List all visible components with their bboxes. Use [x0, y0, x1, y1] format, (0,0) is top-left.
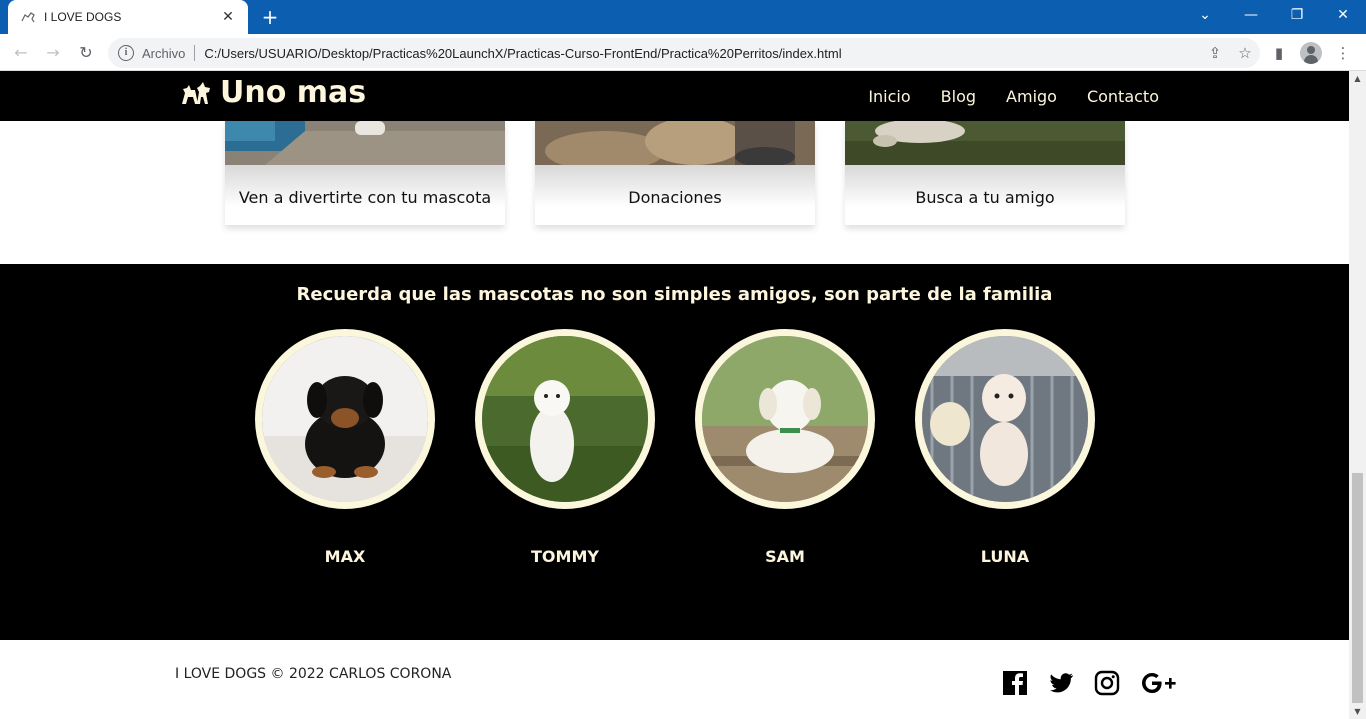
scroll-up-arrow-icon[interactable]: ▲ — [1349, 71, 1366, 86]
back-icon[interactable]: ← — [8, 40, 34, 66]
avatar-icon — [1300, 42, 1322, 64]
side-panel-icon[interactable]: ▮ — [1266, 40, 1292, 66]
pet-photo — [475, 329, 655, 509]
site-footer: I LOVE DOGS © 2022 CARLOS CORONA — [0, 640, 1349, 719]
pet-card-tommy[interactable]: TOMMY — [475, 329, 655, 566]
google-plus-icon[interactable] — [1140, 670, 1180, 700]
pet-card-max[interactable]: MAX — [255, 329, 435, 566]
card-caption: Ven a divertirte con tu mascota — [225, 165, 505, 225]
pets-section: Recuerda que las mascotas no son simples… — [0, 264, 1349, 640]
card-donaciones[interactable]: Donaciones — [535, 121, 815, 225]
close-window-icon[interactable]: ✕ — [1320, 0, 1366, 30]
nav-link-contacto[interactable]: Contacto — [1087, 87, 1159, 106]
menu-kebab-icon[interactable]: ⋮ — [1330, 40, 1356, 66]
pet-name: MAX — [324, 547, 366, 566]
brand-name: Uno mas — [220, 75, 367, 110]
card-amigo[interactable]: Busca a tu amigo — [845, 121, 1125, 225]
page-viewport: Uno mas Inicio Blog Amigo Contacto Ven a… — [0, 71, 1349, 719]
separator — [194, 45, 196, 61]
share-icon[interactable]: ⇪ — [1200, 44, 1230, 62]
dog-favicon-icon — [20, 9, 36, 25]
info-icon[interactable]: i — [118, 45, 134, 61]
nav-link-blog[interactable]: Blog — [941, 87, 976, 106]
card-image — [535, 121, 815, 165]
reload-icon[interactable]: ↻ — [73, 40, 99, 66]
pet-name: TOMMY — [531, 547, 599, 566]
scroll-down-arrow-icon[interactable]: ▼ — [1349, 704, 1366, 719]
browser-tab-bar: I LOVE DOGS ✕ + ⌄ — ❐ ✕ — [0, 0, 1366, 34]
scroll-thumb[interactable] — [1352, 473, 1363, 703]
pet-photo — [915, 329, 1095, 509]
site-header: Uno mas Inicio Blog Amigo Contacto — [0, 71, 1349, 121]
new-tab-button[interactable]: + — [258, 5, 282, 29]
bookmark-star-icon[interactable]: ☆ — [1230, 44, 1260, 62]
forward-icon[interactable]: → — [40, 40, 66, 66]
address-bar[interactable]: i Archivo C:/Users/USUARIO/Desktop/Pract… — [108, 38, 1260, 68]
brand[interactable]: Uno mas — [180, 75, 366, 110]
card-caption: Busca a tu amigo — [845, 165, 1125, 225]
dogs-logo-icon — [182, 81, 210, 104]
pet-photo — [255, 329, 435, 509]
pet-card-luna[interactable]: LUNA — [915, 329, 1095, 566]
card-caption: Donaciones — [535, 165, 815, 225]
profile-button[interactable] — [1298, 40, 1324, 66]
main-nav: Inicio Blog Amigo Contacto — [838, 71, 1159, 121]
page-scrollbar[interactable]: ▲ ▼ — [1349, 71, 1366, 719]
pet-photo — [695, 329, 875, 509]
card-image — [845, 121, 1125, 165]
facebook-icon[interactable] — [1002, 670, 1032, 700]
url-text[interactable]: C:/Users/USUARIO/Desktop/Practicas%20Lau… — [204, 46, 1200, 61]
pet-name: SAM — [765, 547, 805, 566]
restore-icon[interactable]: ❐ — [1274, 0, 1320, 30]
browser-toolbar: ← → ↻ i Archivo C:/Users/USUARIO/Desktop… — [0, 34, 1366, 71]
browser-tab[interactable]: I LOVE DOGS ✕ — [8, 0, 248, 34]
card-image — [225, 121, 505, 165]
tab-search-icon[interactable]: ⌄ — [1182, 0, 1228, 30]
copyright-text: I LOVE DOGS © 2022 CARLOS CORONA — [175, 666, 452, 682]
instagram-icon[interactable] — [1094, 670, 1124, 700]
minimize-icon[interactable]: — — [1228, 0, 1274, 30]
pet-name: LUNA — [980, 547, 1030, 566]
pet-card-sam[interactable]: SAM — [695, 329, 875, 566]
twitter-icon[interactable] — [1048, 670, 1078, 700]
card-diversion[interactable]: Ven a divertirte con tu mascota — [225, 121, 505, 225]
nav-link-inicio[interactable]: Inicio — [868, 87, 910, 106]
close-tab-icon[interactable]: ✕ — [220, 9, 236, 25]
tab-title: I LOVE DOGS — [44, 10, 122, 24]
pets-title: Recuerda que las mascotas no son simples… — [296, 284, 1053, 305]
site-info-chip[interactable]: Archivo — [142, 46, 185, 61]
nav-link-amigo[interactable]: Amigo — [1006, 87, 1057, 106]
